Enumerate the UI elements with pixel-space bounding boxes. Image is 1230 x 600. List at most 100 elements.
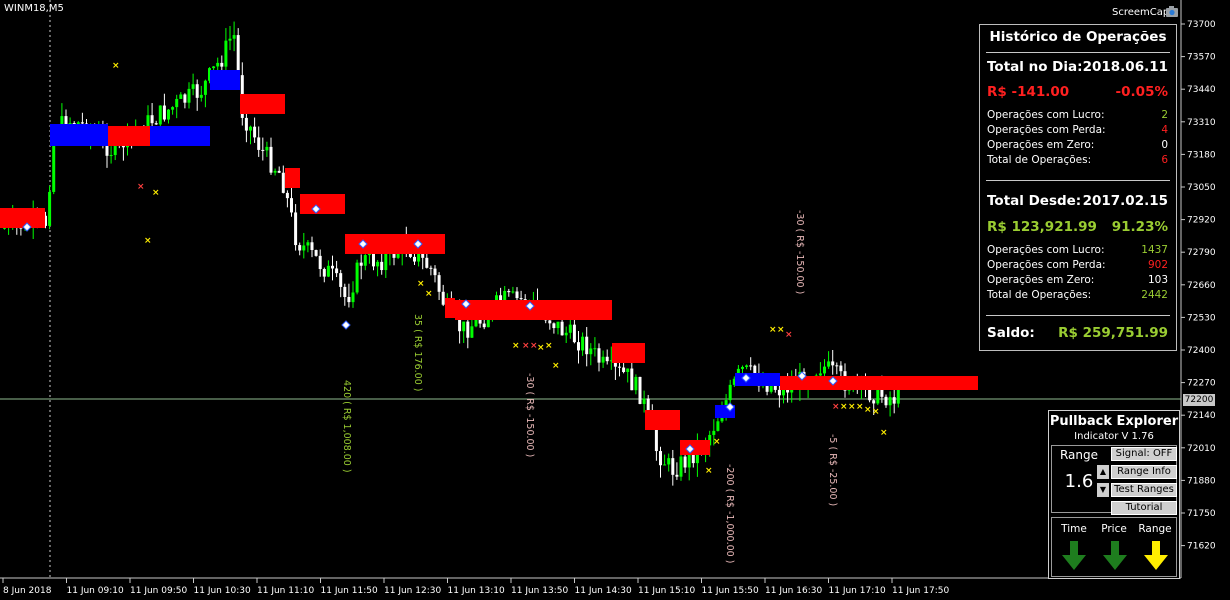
stat-row: Operações com Lucro: 2 [987, 109, 1168, 121]
time-tick-label: 11 Jun 16:30 [765, 586, 822, 596]
trade-marker-icon: × [425, 289, 433, 299]
stat-row: Operações com Perda: 902 [987, 259, 1168, 271]
indicator-band [735, 373, 780, 386]
candle-body [232, 35, 236, 39]
price-tick-label: 73310 [1187, 118, 1216, 128]
candle-body [470, 326, 474, 338]
stat-value: 2 [1161, 109, 1168, 121]
candle-body [728, 384, 732, 401]
candle-body [363, 255, 367, 266]
candle-body [359, 262, 363, 266]
trade-marker-icon: × [848, 402, 856, 412]
candle-body [425, 257, 429, 268]
candle-body [298, 245, 302, 251]
candle-body [339, 273, 343, 287]
candle-body [187, 88, 191, 103]
candle-body [462, 321, 466, 332]
candle-body [380, 261, 384, 271]
trade-marker-icon: × [856, 402, 864, 412]
candle-body [884, 396, 888, 406]
candle-body [48, 191, 52, 226]
price-tick-label: 73440 [1187, 85, 1216, 95]
candle-body [683, 456, 687, 468]
candle-body [626, 368, 630, 372]
trade-marker-icon: × [785, 330, 793, 340]
candle-body [437, 275, 441, 292]
range-info-button[interactable]: Range Info [1111, 465, 1177, 479]
trade-marker-icon: × [512, 341, 520, 351]
indicator-band [612, 343, 645, 363]
time-tick-label: 11 Jun 15:50 [702, 586, 759, 596]
price-tick-label: 72790 [1187, 248, 1216, 258]
candle-body [175, 98, 179, 108]
candle-body [552, 323, 556, 329]
candle-body [667, 458, 671, 465]
trade-marker-icon: × [880, 428, 888, 438]
indicator-band [300, 194, 345, 214]
pullback-title: Pullback Explorer [1049, 414, 1179, 429]
candle-body [519, 298, 523, 300]
stat-label: Operações com Lucro: [987, 109, 1105, 121]
time-tick-label: 11 Jun 14:30 [575, 586, 632, 596]
candle-body [109, 155, 113, 157]
candle-body [593, 348, 597, 350]
stat-value: 103 [1147, 274, 1168, 286]
candle-body [675, 474, 679, 477]
trade-marker-icon: × [705, 466, 713, 476]
candle-body [638, 376, 642, 404]
candle-body [642, 398, 646, 404]
day-result-value: R$ -141.00 [987, 84, 1070, 100]
candle-body [322, 269, 326, 277]
candle-body [749, 365, 753, 367]
candle-body [179, 94, 183, 99]
range-up-arrow-icon[interactable]: ▲ [1097, 465, 1109, 479]
trade-marker-icon: × [112, 61, 120, 71]
candle-body [482, 323, 486, 328]
candle-body [605, 356, 609, 362]
test-ranges-button[interactable]: Test Ranges [1111, 483, 1177, 497]
indicator-band [210, 70, 240, 90]
candle-body [888, 397, 892, 406]
candle-body [507, 290, 511, 293]
since-result-row: R$ 123,921.99 91.23% [987, 219, 1168, 235]
candle-body [351, 292, 355, 303]
candle-body [777, 389, 781, 396]
history-title: Histórico de Operações [989, 29, 1167, 45]
candle-body [892, 397, 896, 404]
trade-marker-icon: × [832, 402, 840, 412]
since-total-date: 2017.02.15 [1082, 193, 1168, 209]
candle-body [265, 146, 269, 151]
range-down-arrow-icon[interactable]: ▼ [1097, 483, 1109, 497]
candle-body [630, 368, 634, 391]
screencap-label[interactable]: ScreemCap [1112, 7, 1169, 18]
candle-body [277, 170, 281, 173]
candle-body [191, 84, 195, 89]
candle-body [634, 376, 638, 391]
signal-toggle-button[interactable]: Signal: OFF [1111, 447, 1177, 461]
time-tick-label: 11 Jun 09:10 [67, 586, 124, 596]
balance-value: R$ 259,751.99 [1058, 325, 1168, 341]
candle-body [384, 253, 388, 271]
candle-body [167, 109, 170, 120]
price-tick-label: 73180 [1187, 150, 1216, 160]
divider [986, 315, 1170, 316]
day-total-row: Total no Dia: 2018.06.11 [987, 59, 1168, 75]
trade-result-label: -30 ( R$ -150.00 ) [794, 210, 805, 294]
candle-body [331, 265, 334, 269]
candle-body [671, 458, 675, 475]
tutorial-button[interactable]: Tutorial [1111, 501, 1177, 515]
candle-body [269, 146, 273, 173]
stat-value: 0 [1161, 139, 1168, 151]
candle-body [162, 105, 166, 120]
candle-body [827, 361, 831, 367]
candle-body [318, 255, 322, 270]
candle-body [835, 365, 839, 367]
trade-marker-icon: × [152, 188, 160, 198]
camera-icon[interactable] [1165, 4, 1179, 18]
indicator-band [680, 440, 710, 455]
trade-result-label: -5 ( R$ -25.00 ) [827, 434, 838, 506]
time-tick-label: 11 Jun 17:50 [892, 586, 949, 596]
indicator-band [108, 126, 150, 146]
candle-body [281, 172, 285, 193]
signal-time-label: Time [1061, 523, 1087, 535]
